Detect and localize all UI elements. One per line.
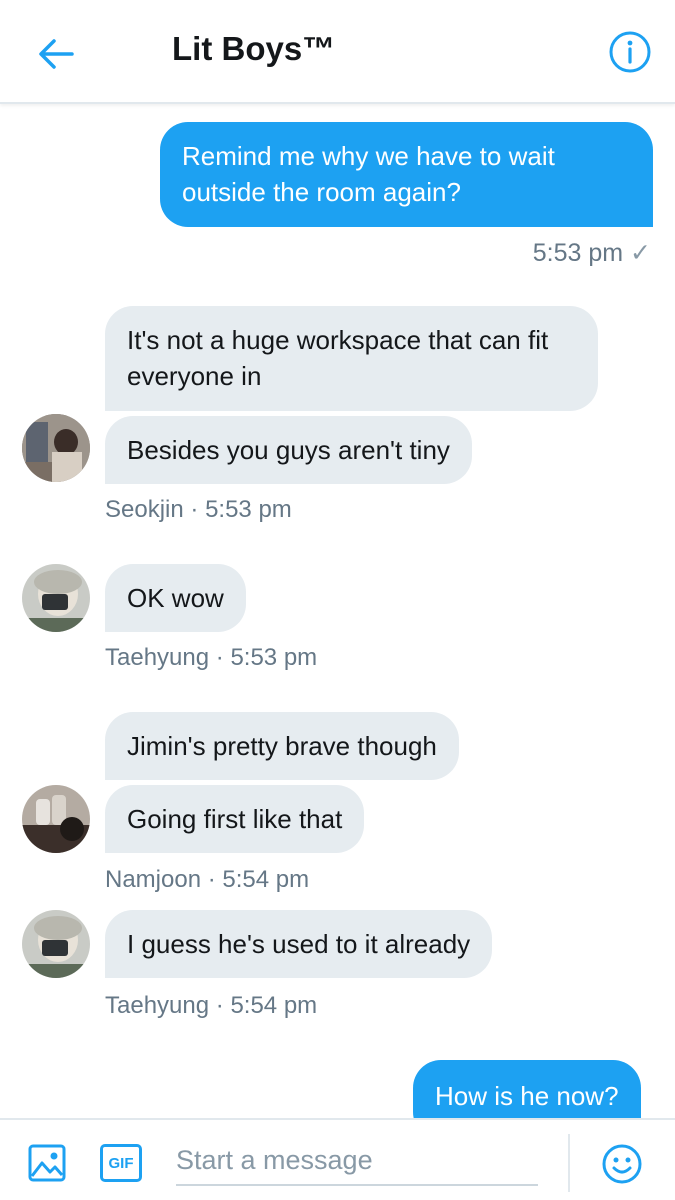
sender-name: Taehyung: [105, 992, 210, 1019]
avatar-taehyung[interactable]: [22, 910, 90, 978]
message-text: Going first like that: [127, 804, 343, 834]
message-text: Besides you guys aren't tiny: [127, 435, 450, 465]
message-meta: Taehyung · 5:53 pm: [105, 644, 318, 671]
emoji-button[interactable]: [600, 1142, 644, 1186]
message-text: Remind me why we have to wait outside th…: [182, 141, 555, 207]
info-button[interactable]: [606, 28, 654, 76]
incoming-message[interactable]: It's not a huge workspace that can fit e…: [105, 306, 598, 411]
message-input[interactable]: [176, 1136, 538, 1186]
composer-divider: [568, 1134, 570, 1192]
incoming-message[interactable]: Besides you guys aren't tiny: [105, 416, 472, 484]
message-text: Jimin's pretty brave though: [127, 731, 437, 761]
emoji-icon: [602, 1144, 642, 1184]
avatar-image: [22, 414, 90, 482]
info-icon: [609, 31, 651, 73]
outgoing-message[interactable]: How is he now?: [413, 1060, 641, 1118]
back-button[interactable]: [32, 30, 80, 78]
avatar-seokjin[interactable]: [22, 414, 90, 482]
gif-button[interactable]: GIF: [100, 1144, 142, 1182]
message-time: 5:54 pm: [230, 992, 318, 1019]
image-icon: [28, 1144, 66, 1182]
sender-name: Namjoon: [105, 866, 202, 893]
message-time: 5:53 pm: [532, 239, 624, 267]
incoming-message[interactable]: I guess he's used to it already: [105, 910, 493, 978]
checkmark-icon: ✓: [630, 239, 651, 267]
conversation-header: Lit Boys™: [0, 0, 675, 104]
outgoing-message[interactable]: Remind me why we have to wait outside th…: [160, 122, 653, 227]
incoming-message[interactable]: Jimin's pretty brave though: [105, 712, 459, 780]
incoming-message[interactable]: Going first like that: [105, 785, 365, 853]
message-text: I guess he's used to it already: [127, 929, 471, 959]
message-meta: Seokjin · 5:53 pm: [105, 496, 292, 523]
message-text: It's not a huge workspace that can fit e…: [127, 325, 549, 391]
message-composer: GIF: [0, 1118, 675, 1200]
avatar-taehyung[interactable]: [22, 564, 90, 632]
gif-icon: GIF: [108, 1154, 134, 1172]
avatar-image: [22, 785, 90, 853]
conversation-title: Lit Boys™: [172, 30, 336, 67]
sender-name: Taehyung: [105, 644, 210, 671]
message-text: How is he now?: [435, 1081, 619, 1111]
message-meta: 5:53 pm ✓: [533, 238, 651, 268]
message-time: 5:53 pm: [205, 496, 292, 523]
message-text: OK wow: [127, 583, 224, 613]
message-meta: Namjoon · 5:54 pm: [105, 866, 310, 893]
avatar-image: [22, 910, 90, 978]
avatar-image: [22, 564, 90, 632]
add-photo-button[interactable]: [26, 1142, 68, 1184]
avatar-namjoon[interactable]: [22, 785, 90, 853]
incoming-message[interactable]: OK wow: [105, 564, 246, 632]
message-list[interactable]: Remind me why we have to wait outside th…: [0, 106, 675, 1118]
arrow-left-icon: [39, 39, 74, 69]
message-meta: Taehyung · 5:54 pm: [105, 992, 318, 1019]
message-time: 5:54 pm: [222, 866, 310, 893]
message-time: 5:53 pm: [230, 644, 318, 671]
sender-name: Seokjin: [105, 496, 184, 523]
